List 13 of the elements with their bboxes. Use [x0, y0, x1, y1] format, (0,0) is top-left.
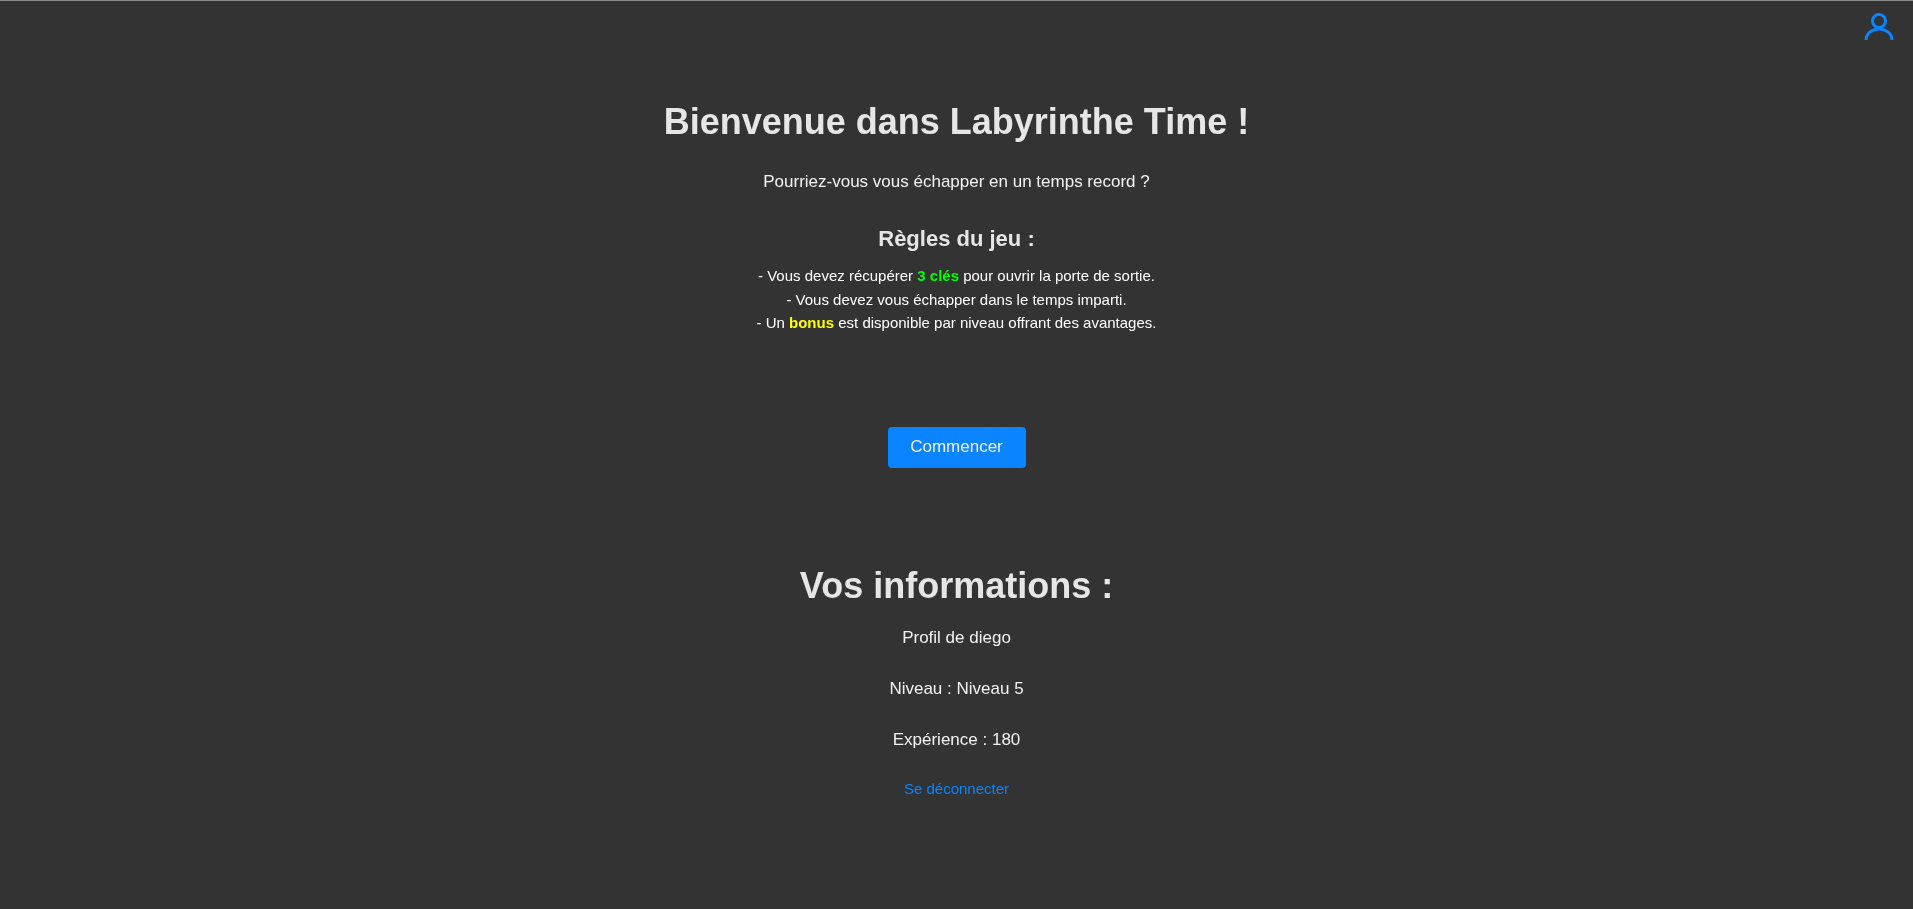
info-heading: Vos informations :	[799, 564, 1114, 607]
rule-line: - Vous devez vous échapper dans le temps imparti.	[786, 289, 1127, 310]
user-icon[interactable]	[1864, 13, 1894, 41]
rule-line: - Vous devez récupérer 3 clés pour ouvrir la porte de sortie.	[758, 266, 1155, 286]
rule-line: - Un bonus est disponible par niveau offrant des avantages.	[756, 313, 1157, 333]
page-title: Bienvenue dans Labyrinthe Time !	[663, 101, 1250, 143]
subtitle: Pourriez-vous vous échapper en un temps record ?	[763, 172, 1150, 192]
level-text: Niveau : Niveau 5	[889, 678, 1024, 699]
experience-text: Expérience : 180	[892, 729, 1021, 750]
rules-heading: Règles du jeu :	[878, 226, 1035, 252]
start-button[interactable]: Commencer	[887, 426, 1026, 468]
profile-name: Profil de diego	[902, 627, 1011, 648]
logout-link[interactable]: Se déconnecter	[903, 779, 1010, 797]
